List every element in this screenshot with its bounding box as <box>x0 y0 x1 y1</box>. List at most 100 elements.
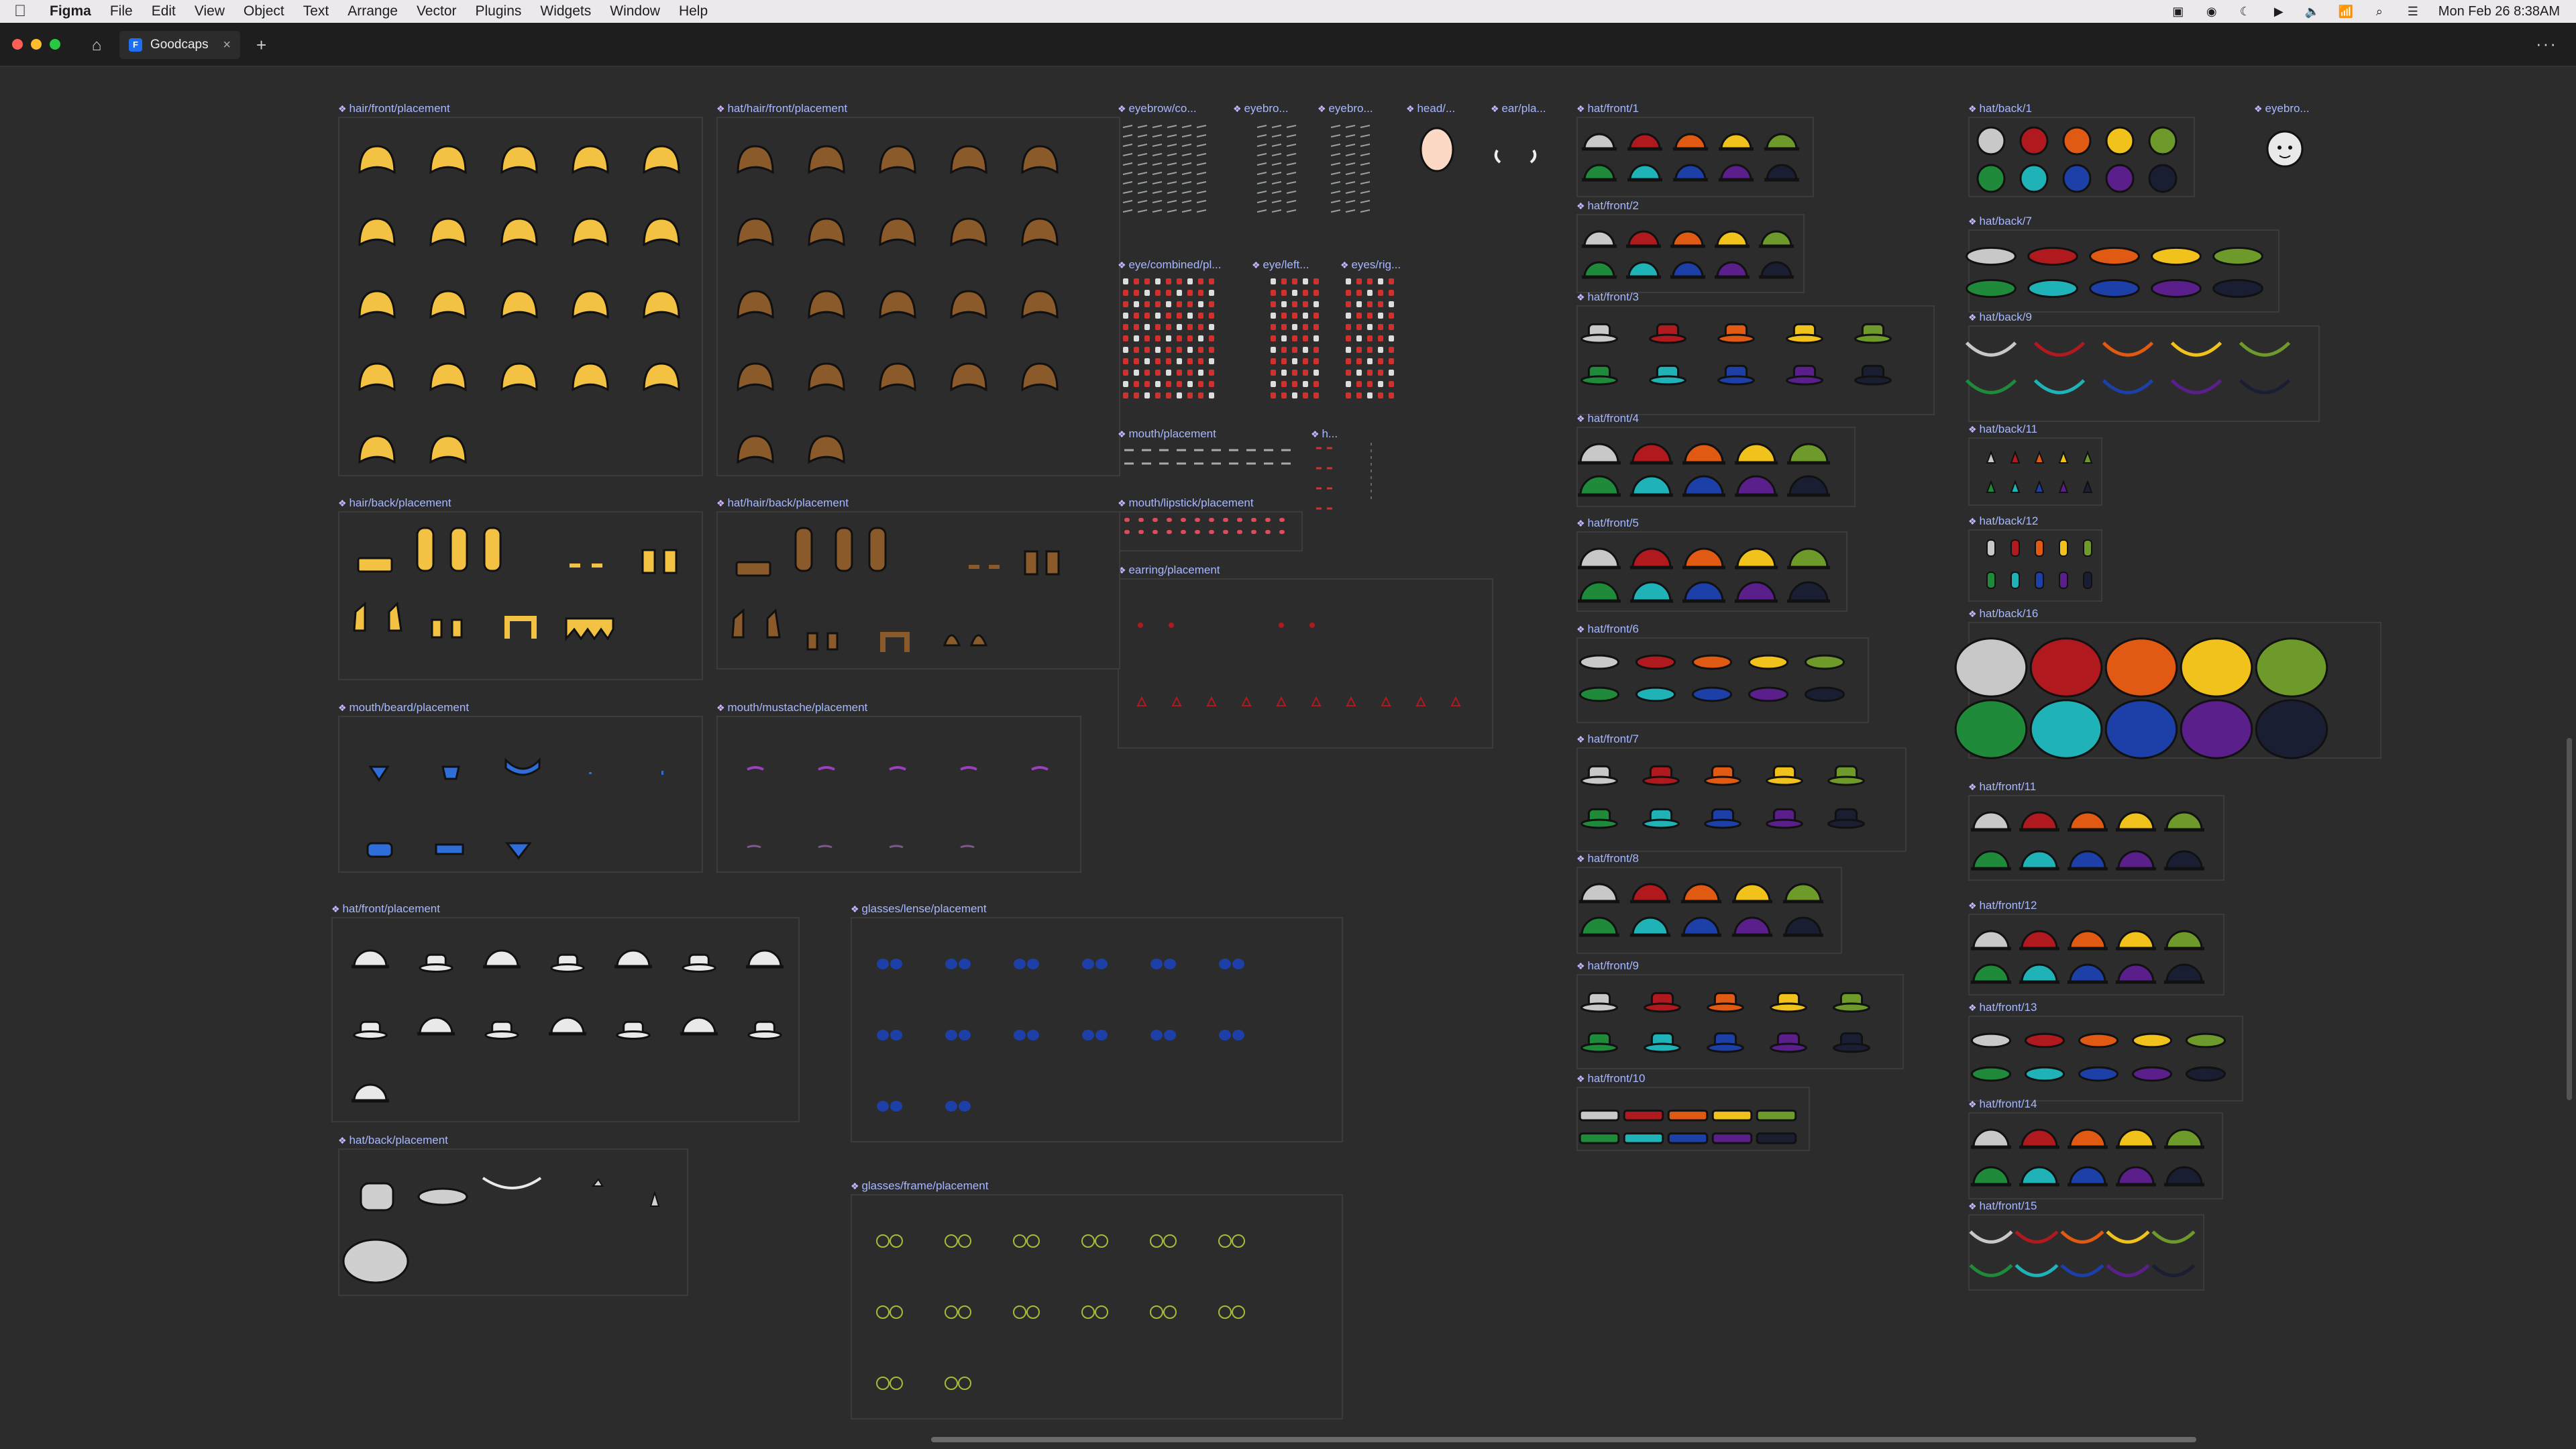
zoom-window-button[interactable] <box>50 39 60 50</box>
menu-help[interactable]: Help <box>669 3 717 19</box>
frame-label-hat-front-5[interactable]: hat/front/5 <box>1576 517 1639 530</box>
frame-label-glasses-frame[interactable]: glasses/frame/placement <box>851 1179 988 1193</box>
frame-label-hair-front[interactable]: hair/front/placement <box>338 102 449 115</box>
eye-mark <box>1209 381 1214 387</box>
menu-window[interactable]: Window <box>600 3 669 19</box>
moon-icon[interactable]: ☾ <box>2237 5 2253 18</box>
hat-brim <box>1707 1042 1744 1053</box>
frame-label-hat-front-7[interactable]: hat/front/7 <box>1576 733 1639 746</box>
close-window-button[interactable] <box>12 39 23 50</box>
tab-goodcaps[interactable]: F Goodcaps × <box>119 31 240 59</box>
frame-label-hat-front-11[interactable]: hat/front/11 <box>1968 780 2036 794</box>
play-icon[interactable]: ▶ <box>2271 5 2287 18</box>
frame-label-mouth-lipstick[interactable]: mouth/lipstick/placement <box>1118 496 1253 510</box>
eye-mark <box>1187 301 1193 307</box>
frame-label-hat-front-3[interactable]: hat/front/3 <box>1576 290 1639 304</box>
menu-plugins[interactable]: Plugins <box>466 3 531 19</box>
menu-object[interactable]: Object <box>234 3 294 19</box>
frame-label-hat-front-15[interactable]: hat/front/15 <box>1968 1199 2037 1213</box>
frame-label-mouth[interactable]: mouth/placement <box>1118 427 1216 441</box>
status-app-icon[interactable]: ▣ <box>2170 5 2186 18</box>
hat-brim <box>1580 1002 1618 1013</box>
control-center-icon[interactable]: ☰ <box>2405 5 2421 18</box>
apple-menu-icon[interactable]:  <box>0 2 40 21</box>
color-ellipse <box>2212 246 2263 266</box>
frame-label-hat-back-7[interactable]: hat/back/7 <box>1968 215 2031 228</box>
new-tab-icon[interactable]: + <box>256 35 266 56</box>
close-tab-icon[interactable]: × <box>223 38 231 53</box>
eye-mark <box>1177 335 1182 341</box>
horizontal-scrollbar[interactable] <box>931 1437 2196 1442</box>
frame-label-eye-left[interactable]: eye/left... <box>1252 258 1309 272</box>
screen-record-icon[interactable]: ◉ <box>2204 5 2220 18</box>
frame-label-earring[interactable]: earring/placement <box>1118 564 1220 577</box>
frame-right <box>958 1234 971 1248</box>
eye-mark <box>1155 290 1161 296</box>
menu-vector[interactable]: Vector <box>407 3 466 19</box>
frame-label-hat-back-12[interactable]: hat/back/12 <box>1968 515 2038 528</box>
frame-label-hat-back-11[interactable]: hat/back/11 <box>1968 423 2037 436</box>
frame-label-mouth-mustache[interactable]: mouth/mustache/placement <box>716 701 867 714</box>
menu-view[interactable]: View <box>185 3 234 19</box>
frame-label-eye-combined[interactable]: eye/combined/pl... <box>1118 258 1221 272</box>
more-options-icon[interactable]: ··· <box>2536 34 2557 54</box>
frame-label-hat-front-2[interactable]: hat/front/2 <box>1576 199 1639 213</box>
frame-label-ear[interactable]: ear/pla... <box>1491 102 1546 115</box>
frame-label-hat-front-8[interactable]: hat/front/8 <box>1576 852 1639 865</box>
eye-mark <box>1378 347 1383 353</box>
cap-front-item <box>484 949 519 968</box>
eye-mark <box>1367 381 1373 387</box>
minimize-window-button[interactable] <box>31 39 42 50</box>
frame-label-hat-hair-back[interactable]: hat/hair/back/placement <box>716 496 849 510</box>
frame-label-hair-back[interactable]: hair/back/placement <box>338 496 451 510</box>
menu-file[interactable]: File <box>101 3 142 19</box>
frame-label-mouth-beard[interactable]: mouth/beard/placement <box>338 701 469 714</box>
menu-edit[interactable]: Edit <box>142 3 185 19</box>
frame-label-hat-front[interactable]: hat/front/placement <box>331 902 440 916</box>
wifi-icon[interactable]: 📶 <box>2338 5 2354 18</box>
hair-front-item <box>358 435 396 464</box>
frame-label-hat-front-10[interactable]: hat/front/10 <box>1576 1072 1645 1085</box>
menu-text[interactable]: Text <box>294 3 339 19</box>
menu-widgets[interactable]: Widgets <box>531 3 600 19</box>
eyebrow-stroke <box>1167 181 1177 184</box>
frame-label-hat-back-9[interactable]: hat/back/9 <box>1968 311 2031 324</box>
color-ellipse <box>2151 246 2202 266</box>
frame-label-glasses-lense[interactable]: glasses/lense/placement <box>851 902 986 916</box>
frame-label-hat-front-1[interactable]: hat/front/1 <box>1576 102 1639 115</box>
frame-label-hat-front-13[interactable]: hat/front/13 <box>1968 1001 2037 1014</box>
hat-hair-front-item <box>950 290 987 319</box>
frame-label-hat-hair-front[interactable]: hat/hair/front/placement <box>716 102 847 115</box>
frame-label-hat-back-1[interactable]: hat/back/1 <box>1968 102 2031 115</box>
frame-label-eyebrow-co[interactable]: eyebrow/co... <box>1118 102 1196 115</box>
frame-label-eyes-right[interactable]: eyes/rig... <box>1340 258 1401 272</box>
vertical-scrollbar[interactable] <box>2567 738 2572 1100</box>
home-icon[interactable]: ⌂ <box>86 35 107 56</box>
eyebrow-stroke <box>1196 134 1207 138</box>
frame-label-head[interactable]: head/... <box>1406 102 1455 115</box>
color-ellipse <box>2131 1066 2173 1082</box>
frame-label-h-short[interactable]: h... <box>1311 427 1338 441</box>
menubar-clock[interactable]: Mon Feb 26 8:38AM <box>2438 4 2560 19</box>
frame-label-eyebrow-3[interactable]: eyebro... <box>1318 102 1373 115</box>
frame-label-hat-front-6[interactable]: hat/front/6 <box>1576 623 1639 636</box>
frame-label-eyebrow-2[interactable]: eyebro... <box>1233 102 1288 115</box>
hat-brim <box>1580 1042 1618 1053</box>
frame-left <box>945 1234 958 1248</box>
frame-label-hat-front-12[interactable]: hat/front/12 <box>1968 899 2037 912</box>
frame-label-hat-front-4[interactable]: hat/front/4 <box>1576 412 1639 425</box>
search-icon[interactable]: ⌕ <box>2371 5 2387 18</box>
volume-icon[interactable]: 🔈 <box>2304 5 2320 18</box>
frame-label-hat-front-14[interactable]: hat/front/14 <box>1968 1097 2037 1111</box>
frame-label-hat-front-9[interactable]: hat/front/9 <box>1576 959 1639 973</box>
hair-front-item <box>643 362 680 392</box>
frame-label-hat-back-16[interactable]: hat/back/16 <box>1968 607 2038 621</box>
menu-app-figma[interactable]: Figma <box>40 3 101 19</box>
frame-label-hat-back[interactable]: hat/back/placement <box>338 1134 447 1147</box>
eyebrow-stroke <box>1196 162 1207 166</box>
frame-label-eyebro-right[interactable]: eyebro... <box>2254 102 2309 115</box>
color-ellipse <box>2027 278 2078 299</box>
eyebrow-stroke <box>1137 191 1148 194</box>
hat-hair-front-item <box>950 217 987 247</box>
menu-arrange[interactable]: Arrange <box>338 3 407 19</box>
